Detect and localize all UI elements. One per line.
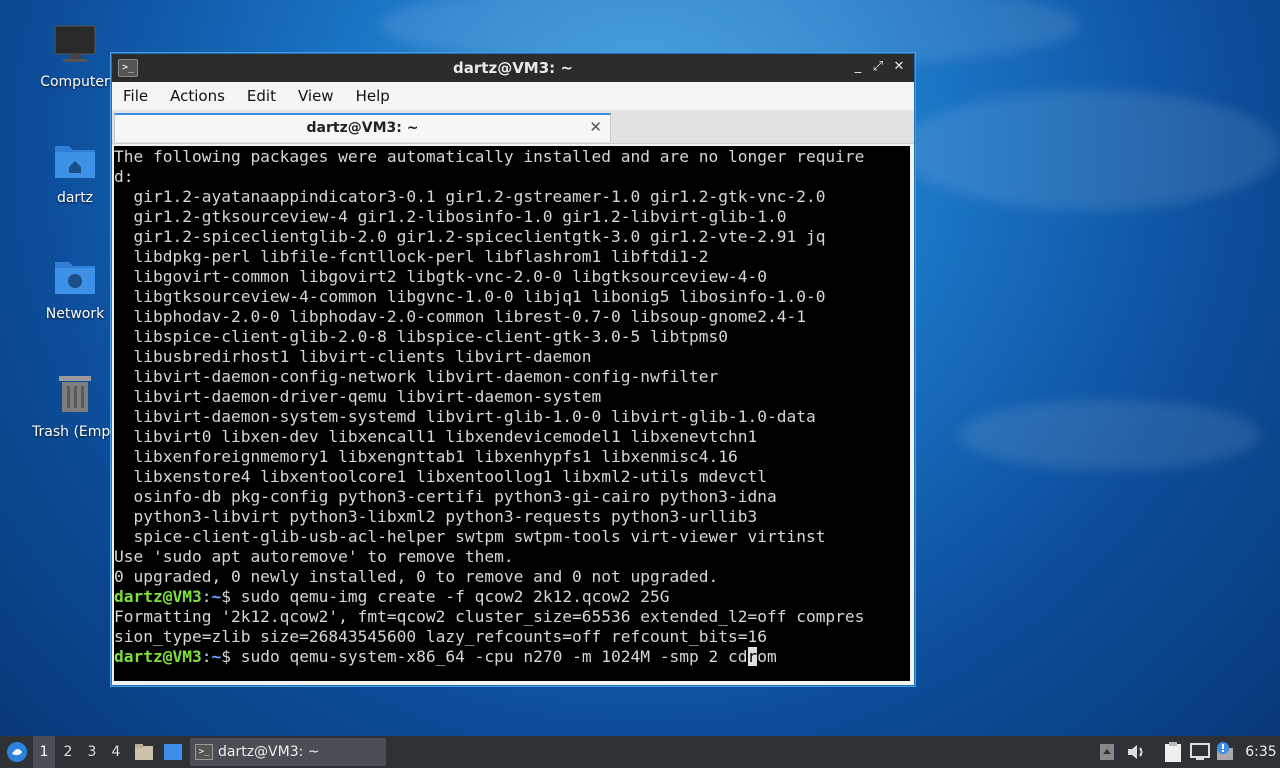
network-status-icon[interactable] [1190,743,1210,761]
terminal-line: libphodav-2.0-0 libphodav-2.0-common lib… [114,307,806,326]
network-folder-icon [55,262,95,294]
show-desktop-icon[interactable] [163,743,183,761]
trash-icon [59,376,91,412]
volume-icon[interactable] [1126,743,1146,761]
terminal-line-command: dartz@VM3:~$ sudo qemu-img create -f qco… [114,587,910,607]
terminal-line: d: [114,167,134,186]
terminal-line: gir1.2-gtksourceview-4 gir1.2-libosinfo-… [114,207,787,226]
command-text: sudo qemu-img create -f qcow2 2k12.qcow2… [240,587,670,606]
terminal-line: libusbredirhost1 libvirt-clients libvirt… [114,347,592,366]
prompt-separator: : [201,587,212,606]
prompt-path: ~ [211,587,222,606]
menu-bar: File Actions Edit View Help [112,82,914,110]
clipboard-icon[interactable] [1164,741,1182,763]
command-input-rest[interactable]: om [757,647,777,666]
file-manager-icon[interactable] [134,742,154,762]
menu-view[interactable]: View [291,87,341,105]
monitor-icon [54,25,96,62]
workspace-4[interactable]: 4 [105,736,127,768]
terminal-line: 0 upgraded, 0 newly installed, 0 to remo… [114,567,719,586]
maximize-button[interactable]: ⤢ [869,58,887,76]
menu-edit[interactable]: Edit [240,87,283,105]
terminal-line: libdpkg-perl libfile-fcntllock-perl libf… [114,247,709,266]
task-label: dartz@VM3: ~ [218,744,320,760]
terminal-line: libgtksourceview-4-common libgvnc-1.0-0 … [114,287,826,306]
prompt-user: dartz@VM3 [114,587,202,606]
desktop-icon-label: Computer [40,74,110,90]
terminal-line-input: dartz@VM3:~$ sudo qemu-system-x86_64 -cp… [114,647,910,667]
workspace-2[interactable]: 2 [57,736,79,768]
prompt-user: dartz@VM3 [114,647,202,666]
terminal-line: libspice-client-glib-2.0-8 libspice-clie… [114,327,728,346]
terminal-window[interactable]: >_ dartz@VM3: ~ _ ⤢ ✕ File Actions Edit … [111,53,915,686]
notification-icon[interactable] [1214,740,1236,762]
desktop-icon-computer[interactable]: Computer [27,24,123,90]
prompt-path: ~ [211,647,222,666]
window-title: dartz@VM3: ~ [453,59,573,77]
tab-bar: dartz@VM3: ~ ✕ [112,110,914,144]
prompt-separator: : [201,647,212,666]
workspace-1[interactable]: 1 [33,736,55,768]
taskbar-task-terminal[interactable]: >_ dartz@VM3: ~ [190,738,386,766]
terminal-line: Use 'sudo apt autoremove' to remove them… [114,547,514,566]
window-titlebar[interactable]: >_ dartz@VM3: ~ _ ⤢ ✕ [112,54,914,82]
desktop-icon-home[interactable]: dartz [27,140,123,206]
terminal-line: libvirt-daemon-config-network libvirt-da… [114,367,719,386]
tab-label: dartz@VM3: ~ [306,120,419,136]
text-cursor: r [747,647,758,666]
eject-icon[interactable] [1099,743,1115,761]
terminal-icon: >_ [195,744,213,760]
desktop-icon-label: Network [45,306,105,322]
home-folder-icon [55,146,95,178]
workspace-3[interactable]: 3 [81,736,103,768]
menu-help[interactable]: Help [349,87,397,105]
app-menu-icon[interactable] [6,741,28,763]
minimize-button[interactable]: _ [849,58,867,76]
terminal-line: libvirt-daemon-system-systemd libvirt-gl… [114,407,816,426]
desktop-icon-label: dartz [56,190,94,206]
tab-terminal[interactable]: dartz@VM3: ~ ✕ [114,113,611,142]
taskbar: 1 2 3 4 >_ dartz@VM3: ~ 6:35 [0,736,1280,768]
terminal-line: spice-client-glib-usb-acl-helper swtpm s… [114,527,826,546]
desktop-icon-label: Trash (Empty) [32,424,118,440]
terminal-output[interactable]: The following packages were automaticall… [114,146,910,681]
menu-actions[interactable]: Actions [163,87,232,105]
desktop-icon-network[interactable]: Network [27,256,123,322]
prompt-dollar: $ [221,647,241,666]
terminal-line: libxenforeignmemory1 libxengnttab1 libxe… [114,447,738,466]
terminal-line: libgovirt-common libgovirt2 libgtk-vnc-2… [114,267,767,286]
terminal-line: libxenstore4 libxentoolcore1 libxentooll… [114,467,767,486]
prompt-dollar: $ [221,587,241,606]
clock[interactable]: 6:35 [1244,736,1278,768]
terminal-line: The following packages were automaticall… [114,147,865,166]
terminal-line: gir1.2-spiceclientglib-2.0 gir1.2-spicec… [114,227,826,246]
terminal-line-output: sion_type=zlib size=26843545600 lazy_ref… [114,627,767,646]
command-input[interactable]: sudo qemu-system-x86_64 -cpu n270 -m 102… [241,647,748,666]
terminal-line: python3-libvirt python3-libxml2 python3-… [114,507,758,526]
close-button[interactable]: ✕ [890,58,908,76]
terminal-line: osinfo-db pkg-config python3-certifi pyt… [114,487,777,506]
terminal-line-output: Formatting '2k12.qcow2', fmt=qcow2 clust… [114,607,865,626]
terminal-line: libvirt-daemon-driver-qemu libvirt-daemo… [114,387,602,406]
terminal-line: libvirt0 libxen-dev libxencall1 libxende… [114,427,758,446]
menu-file[interactable]: File [116,87,155,105]
tab-close-icon[interactable]: ✕ [589,118,602,136]
terminal-line: gir1.2-ayatanaappindicator3-0.1 gir1.2-g… [114,187,826,206]
